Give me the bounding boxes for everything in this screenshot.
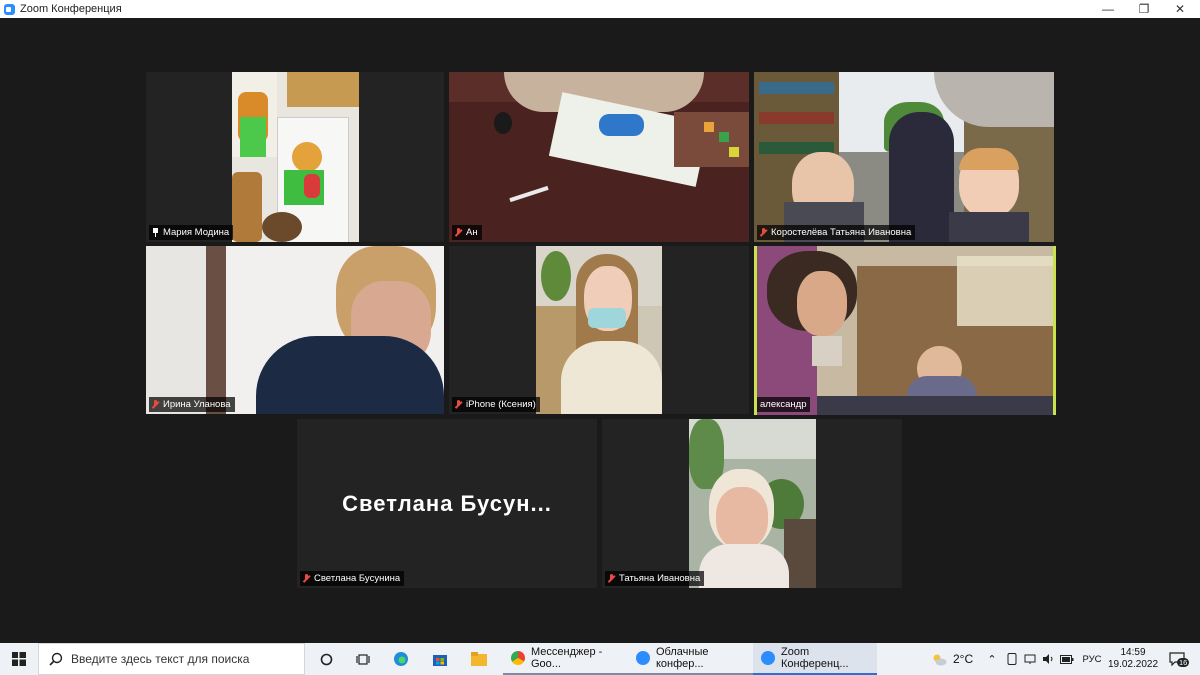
gallery-view: Мария Модина Ан Коростелёва Татьяна Иван… — [0, 18, 1200, 643]
taskbar-search-box[interactable]: Введите здесь текст для поиска — [38, 643, 305, 675]
cortana-button[interactable] — [316, 643, 336, 675]
participant-tile[interactable]: Татьяна Ивановна — [602, 419, 902, 588]
participant-video — [757, 246, 1053, 415]
edge-button[interactable] — [391, 643, 411, 675]
weather-cloud-icon — [933, 654, 947, 665]
video-off-name: Светлана Бусун... — [342, 491, 552, 516]
participant-name-label: Ирина Уланова — [149, 397, 235, 412]
participant-video — [689, 419, 816, 588]
search-placeholder: Введите здесь текст для поиска — [71, 652, 250, 666]
start-button[interactable] — [8, 643, 30, 675]
clock-time: 14:59 — [1120, 647, 1146, 658]
chevron-up-icon: ⌃ — [987, 653, 997, 666]
mic-muted-icon — [455, 400, 462, 409]
edge-icon — [394, 652, 408, 666]
mic-muted-icon — [152, 400, 159, 409]
window-title: Zoom Конференция — [20, 3, 122, 15]
participant-video — [754, 72, 1054, 242]
notification-count-badge: 16 — [1177, 658, 1190, 667]
store-button[interactable] — [430, 643, 450, 675]
tray-battery-button[interactable] — [1059, 643, 1075, 675]
participant-name-label: Татьяна Ивановна — [605, 571, 705, 586]
zoom-app-icon — [4, 3, 15, 15]
notification-center-button[interactable]: 16 — [1166, 643, 1190, 675]
participant-tile[interactable]: Светлана Бусун... Светлана Бусунина — [297, 419, 597, 588]
participant-tile-active-speaker[interactable]: александр — [754, 246, 1056, 415]
close-button[interactable]: ✕ — [1162, 0, 1198, 18]
participant-video — [232, 72, 359, 242]
task-view-button[interactable] — [353, 643, 373, 675]
folder-icon — [471, 652, 487, 666]
participant-video — [536, 246, 662, 414]
participant-tile[interactable]: Ирина Уланова — [146, 246, 444, 414]
participant-name-label: александр — [757, 397, 811, 412]
mic-muted-icon — [608, 574, 615, 583]
participant-name-label: iPhone (Ксения) — [452, 397, 540, 412]
battery-icon — [1060, 654, 1074, 664]
mic-muted-icon — [303, 574, 310, 583]
taskbar-app-zoom-conference[interactable]: Zoom Конференц... — [753, 643, 877, 675]
participant-tile[interactable]: Коростелёва Татьяна Ивановна — [754, 72, 1054, 242]
participant-video — [449, 72, 749, 242]
participant-name-label: Коростелёва Татьяна Ивановна — [757, 225, 916, 240]
tray-volume-button[interactable] — [1041, 643, 1055, 675]
windows-taskbar: Введите здесь текст для поиска Мессендже… — [0, 643, 1200, 675]
mic-muted-icon — [760, 228, 767, 237]
show-hidden-icons-button[interactable]: ⌃ — [985, 643, 999, 675]
windows-icon — [12, 652, 26, 666]
network-icon — [1024, 654, 1036, 664]
cortana-icon — [320, 653, 332, 665]
participant-name-label: Светлана Бусунина — [300, 571, 405, 586]
tray-network-button[interactable] — [1023, 643, 1037, 675]
phone-icon — [1007, 653, 1017, 665]
language-indicator[interactable]: РУС — [1080, 643, 1104, 675]
restore-button[interactable]: ❐ — [1126, 0, 1162, 18]
mic-muted-icon — [455, 228, 462, 237]
tray-device-icon[interactable] — [1005, 643, 1019, 675]
file-explorer-button[interactable] — [469, 643, 489, 675]
task-view-icon — [356, 653, 370, 665]
chrome-icon — [511, 651, 525, 665]
search-icon — [49, 652, 63, 666]
participant-tile[interactable]: iPhone (Ксения) — [449, 246, 749, 414]
clock-date: 19.02.2022 — [1107, 659, 1159, 670]
title-bar: Zoom Конференция — ❐ ✕ — [0, 0, 1200, 18]
participant-video — [146, 246, 444, 414]
taskbar-app-cloud-conference[interactable]: Облачные конфер... — [628, 643, 753, 675]
zoom-icon — [636, 651, 650, 665]
participant-name-label: Мария Модина — [149, 225, 234, 240]
speaker-icon — [1043, 654, 1053, 664]
weather-temperature: 2°C — [953, 652, 974, 666]
weather-widget[interactable]: 2°C — [932, 643, 977, 675]
participant-tile[interactable]: Ан — [449, 72, 749, 242]
store-icon — [433, 655, 447, 666]
zoom-icon — [761, 651, 775, 665]
pin-icon — [152, 228, 159, 237]
participant-tile[interactable]: Мария Модина — [146, 72, 444, 242]
minimize-button[interactable]: — — [1090, 0, 1126, 18]
participant-name-label: Ан — [452, 225, 482, 240]
clock[interactable]: 14:59 19.02.2022 — [1108, 643, 1158, 675]
taskbar-app-messenger[interactable]: Мессенджер - Goo... — [503, 643, 628, 675]
